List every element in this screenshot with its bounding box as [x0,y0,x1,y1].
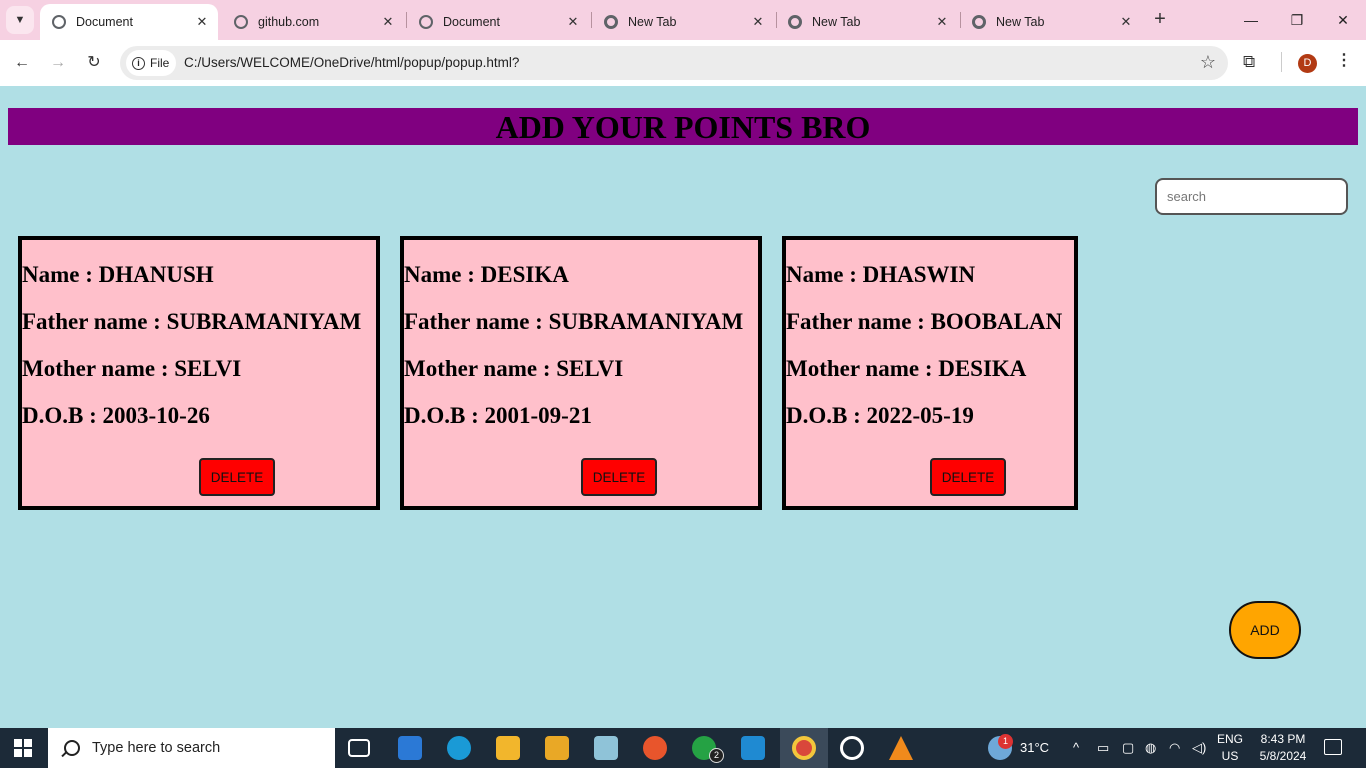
firefox-icon[interactable] [643,736,667,760]
card-name: Name : DHANUSH [22,262,214,287]
tab-new-tab[interactable]: New Tab ✕ [776,4,958,40]
card-mother-name: Mother name : SELVI [404,356,624,381]
card-father-name: Father name : SUBRAMANIYAM [404,309,744,334]
tab-title: Document [443,15,500,29]
reload-icon[interactable]: ↻ [80,49,108,77]
info-icon: i [132,56,145,70]
search-icon [64,740,80,756]
card-dob: D.O.B : 2003-10-26 [22,403,210,428]
tab-document-active[interactable]: Document ✕ [40,4,218,40]
close-icon[interactable]: ✕ [1116,14,1136,30]
tab-document[interactable]: Document ✕ [407,4,589,40]
more-menu-icon[interactable]: ⋮ [1336,50,1352,70]
card-dob: D.O.B : 2022-05-19 [786,403,974,428]
weather-badge: 1 [998,734,1013,749]
notification-center-icon[interactable] [1324,739,1342,755]
tab-title: github.com [258,15,320,29]
card-name: Name : DESIKA [404,262,569,287]
vscode-icon[interactable] [741,736,765,760]
windows-taskbar: Type here to search 2 1 31°C ^ ▭ ▢ ◍ ◠ ◁… [0,728,1366,768]
close-icon[interactable]: ✕ [378,14,398,30]
delete-button[interactable]: DELETE [930,458,1006,496]
card-father-name: Father name : SUBRAMANIYAM [22,309,362,334]
card-name: Name : DHASWIN [786,262,976,287]
tab-new-tab[interactable]: New Tab ✕ [960,4,1142,40]
add-button[interactable]: ADD [1229,601,1301,659]
taskbar-search-placeholder: Type here to search [92,740,221,756]
battery-icon[interactable]: ▭ [1097,728,1109,768]
system-clock[interactable]: 8:43 PM 5/8/2024 [1254,731,1312,765]
task-view-icon[interactable] [348,739,370,757]
close-icon[interactable]: ✕ [563,14,583,30]
network-globe-icon[interactable]: ◍ [1145,728,1156,768]
globe-icon [419,15,433,29]
edge-icon[interactable] [447,736,471,760]
notepad-icon[interactable] [594,736,618,760]
language-code: ENG [1216,732,1243,746]
card-dob: D.O.B : 2001-09-21 [404,403,592,428]
volume-icon[interactable]: ◁) [1192,728,1206,768]
person-card: Name : DHANUSH Father name : SUBRAMANIYA… [18,236,380,510]
tab-title: New Tab [996,15,1045,29]
vlc-icon[interactable] [889,736,913,760]
extensions-puzzle-icon[interactable]: ⧉ [1243,52,1255,72]
person-card: Name : DESIKA Father name : SUBRAMANIYAM… [400,236,762,510]
card-mother-name: Mother name : DESIKA [786,356,1027,381]
delete-button[interactable]: DELETE [199,458,275,496]
language-region: US [1221,749,1239,763]
input-language[interactable]: ENG US [1213,731,1247,765]
tab-search-chevron-icon[interactable]: ▼ [6,6,34,34]
browser-tab-strip: ▼ Document ✕ github.com ✕ Document ✕ New… [0,0,1366,40]
tab-new-tab[interactable]: New Tab ✕ [592,4,774,40]
bookmark-star-icon[interactable]: ☆ [1200,52,1216,73]
site-info-chip[interactable]: i File [126,50,176,76]
windows-start-icon[interactable] [14,739,32,757]
person-card: Name : DHASWIN Father name : BOOBALAN Mo… [782,236,1078,510]
browser-toolbar: ← → ↻ i File C:/Users/WELCOME/OneDrive/h… [0,40,1366,86]
temperature-text[interactable]: 31°C [1020,728,1049,768]
globe-icon [52,15,66,29]
minimize-icon[interactable]: — [1228,6,1274,34]
tab-title: New Tab [628,15,677,29]
window-close-icon[interactable]: ✕ [1320,6,1366,34]
new-tab-plus-icon[interactable]: + [1148,8,1172,32]
url-text[interactable]: C:/Users/WELCOME/OneDrive/html/popup/pop… [184,55,519,70]
close-icon[interactable]: ✕ [748,14,768,30]
back-arrow-icon[interactable]: ← [8,49,36,77]
card-father-name: Father name : BOOBALAN [786,309,1063,334]
close-icon[interactable]: ✕ [192,14,212,30]
clock-date: 5/8/2024 [1259,749,1307,763]
site-info-label: File [150,56,170,70]
clock-time: 8:43 PM [1260,732,1306,746]
delete-button[interactable]: DELETE [581,458,657,496]
chrome-icon [788,15,802,29]
restore-icon[interactable]: ❐ [1274,6,1320,34]
settings-gear-icon[interactable] [840,736,864,760]
whatsapp-badge: 2 [709,748,724,763]
close-icon[interactable]: ✕ [932,14,952,30]
page-viewport: ADD YOUR POINTS BRO Name : DHANUSH Fathe… [0,86,1366,728]
toolbar-divider [1281,52,1282,72]
chrome-icon[interactable] [792,736,816,760]
tab-title: Document [76,15,133,29]
search-input[interactable] [1155,178,1348,215]
microsoft-store-icon[interactable] [545,736,569,760]
profile-avatar[interactable]: D [1298,54,1317,73]
chrome-icon [972,15,986,29]
show-hidden-icons-icon[interactable]: ^ [1073,728,1079,768]
wifi-off-icon[interactable]: ◠ [1169,728,1180,768]
file-explorer-icon[interactable] [496,736,520,760]
forward-arrow-icon[interactable]: → [44,49,72,77]
chrome-icon [604,15,618,29]
mail-icon[interactable] [398,736,422,760]
tab-github[interactable]: github.com ✕ [222,4,404,40]
card-mother-name: Mother name : SELVI [22,356,242,381]
tab-title: New Tab [812,15,861,29]
meet-now-icon[interactable]: ▢ [1122,728,1134,768]
page-title: ADD YOUR POINTS BRO [8,108,1358,145]
globe-icon [234,15,248,29]
address-bar[interactable]: i File C:/Users/WELCOME/OneDrive/html/po… [120,46,1228,80]
taskbar-search-box[interactable]: Type here to search [48,728,335,768]
